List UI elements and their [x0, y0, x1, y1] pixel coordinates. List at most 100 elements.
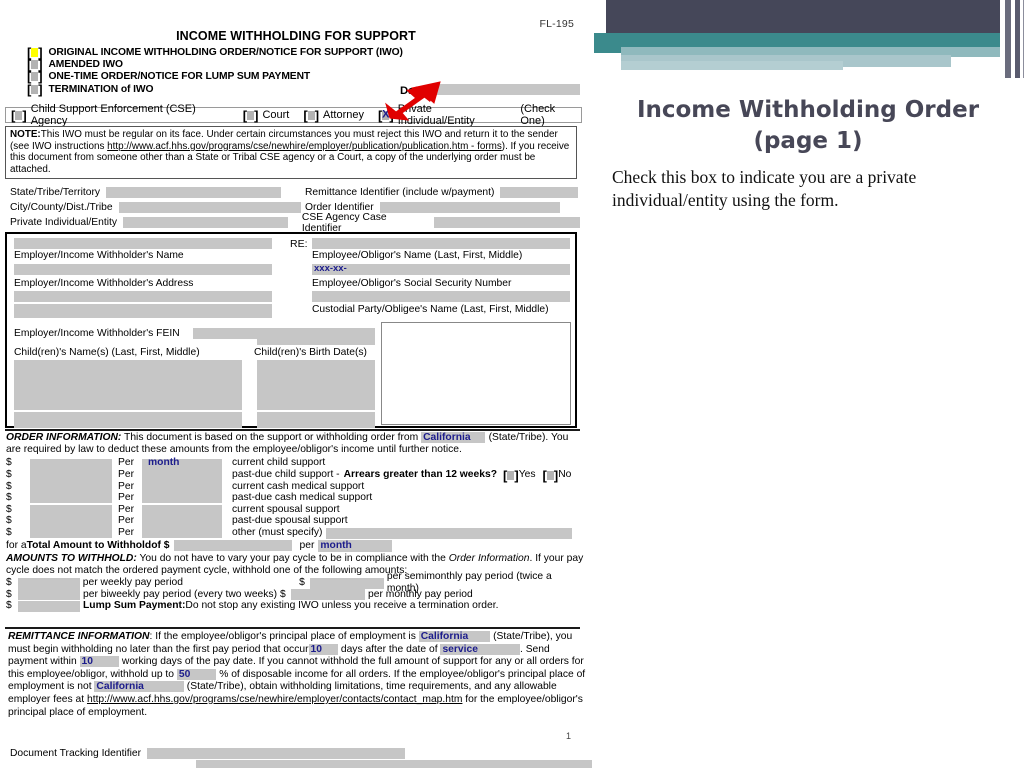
- option-termination[interactable]: [] TERMINATION of IWO: [27, 83, 403, 96]
- remittance-section: REMITTANCE INFORMATION: If the employee/…: [8, 631, 586, 719]
- remittance-identifier-field[interactable]: Remittance Identifier (include w/payment…: [305, 187, 579, 198]
- page-number: 1: [566, 731, 572, 741]
- date-input[interactable]: [432, 84, 581, 95]
- check-one-hint: (Check One): [520, 103, 556, 127]
- custodial-party-input[interactable]: [312, 291, 570, 302]
- weekly-amount-input[interactable]: [17, 577, 80, 589]
- amount-column-fill-2[interactable]: [30, 504, 112, 538]
- total-withhold-row: for a Total Amount to Withhold of $ per …: [6, 539, 586, 552]
- order-row-description: current cash medical support: [232, 480, 365, 492]
- dollar-sign: $: [6, 526, 12, 538]
- sender-court[interactable]: [] Court: [243, 109, 290, 122]
- children-names-input-2[interactable]: [14, 412, 242, 428]
- sender-attorney-label: Attorney: [323, 109, 364, 121]
- weekly-label: per weekly pay period: [82, 576, 183, 588]
- employee-name-input[interactable]: [312, 238, 570, 249]
- order-row-description: current child support: [232, 457, 326, 469]
- document-tracking-field[interactable]: Document Tracking Identifier: [10, 748, 406, 759]
- lump-sum-input[interactable]: [18, 600, 80, 612]
- cse-case-identifier-input[interactable]: [433, 217, 580, 228]
- sender-cse[interactable]: [] Child Support Enforcement (CSE) Agenc…: [11, 103, 229, 127]
- order-information-state[interactable]: California: [423, 432, 471, 443]
- children-names-label: Child(ren)'s Name(s) (Last, First, Middl…: [14, 347, 200, 358]
- form-title: INCOME WITHHOLDING FOR SUPPORT: [176, 29, 416, 43]
- remittance-state-1[interactable]: California: [418, 631, 491, 642]
- employee-ssn-input[interactable]: [312, 264, 570, 275]
- decorative-banner: [594, 0, 1024, 95]
- remittance-heading: REMITTANCE INFORMATION: [8, 631, 150, 642]
- semimonthly-amount-input[interactable]: [310, 577, 384, 589]
- remittance-state-2[interactable]: California: [94, 681, 184, 693]
- option-amended[interactable]: [] AMENDED IWO: [27, 58, 403, 71]
- total-of: of $: [151, 539, 170, 551]
- state-tribe-territory-field[interactable]: State/Tribe/Territory: [10, 187, 305, 198]
- option-original[interactable]: [] ORIGINAL INCOME WITHHOLDING ORDER/NOT…: [27, 46, 403, 59]
- dollar-sign: $: [6, 503, 12, 515]
- city-county-dist-tribe-field[interactable]: City/County/Dist./Tribe: [10, 202, 305, 213]
- slide-root: Income Withholding Order (page 1) Check …: [0, 0, 1024, 768]
- remittance-days-2[interactable]: 10: [79, 656, 120, 668]
- identifier-row: State/Tribe/Territory Remittance Identif…: [10, 185, 580, 200]
- private-individual-entity-input[interactable]: [123, 217, 289, 228]
- state-tribe-territory-input[interactable]: [106, 187, 282, 198]
- option-original-label: ORIGINAL INCOME WITHHOLDING ORDER/NOTICE…: [48, 46, 403, 58]
- employer-name-input[interactable]: [14, 238, 272, 249]
- cse-case-identifier-field[interactable]: CSE Agency Case Identifier: [302, 212, 580, 234]
- re-label: RE:: [290, 238, 308, 250]
- children-names-input[interactable]: [14, 360, 242, 410]
- note-link[interactable]: http://www.acf.hhs.gov/programs/cse/newh…: [107, 141, 502, 152]
- dollar-sign: $: [6, 576, 12, 588]
- biweekly-amount-input[interactable]: [18, 589, 80, 601]
- dollar-sign: $: [6, 469, 12, 480]
- remittance-percent[interactable]: 50: [176, 668, 217, 680]
- identifier-grid: State/Tribe/Territory Remittance Identif…: [10, 185, 580, 234]
- remittance-link[interactable]: http://www.acf.hhs.gov/programs/cse/newh…: [87, 694, 462, 705]
- employer-address-input-1[interactable]: [14, 264, 272, 275]
- checkbox-attorney-icon[interactable]: []: [303, 109, 319, 122]
- children-dob-input-2[interactable]: [257, 412, 375, 428]
- iwo-type-options: [] ORIGINAL INCOME WITHHOLDING ORDER/NOT…: [27, 46, 403, 96]
- city-county-dist-tribe-input[interactable]: [118, 202, 301, 213]
- monthly-amount-input[interactable]: [291, 589, 366, 601]
- arrears-no-label: No: [558, 469, 572, 480]
- checkbox-termination-icon[interactable]: []: [27, 83, 43, 96]
- dollar-sign: $: [6, 480, 12, 492]
- total-per-value[interactable]: month: [320, 540, 351, 551]
- parties-blank-panel[interactable]: [381, 322, 571, 425]
- document-tracking-input[interactable]: [147, 748, 406, 759]
- total-amount-input[interactable]: [173, 540, 292, 552]
- sender-attorney[interactable]: [] Attorney: [303, 109, 364, 122]
- amount-column-fill-1[interactable]: [30, 458, 112, 503]
- per-column-fill-2[interactable]: [142, 504, 222, 538]
- children-dob-input[interactable]: [257, 360, 375, 410]
- checkbox-arrears-no-icon[interactable]: []: [543, 469, 559, 482]
- remittance-days-1[interactable]: 10: [308, 643, 338, 655]
- employer-address-input-3[interactable]: [14, 304, 272, 318]
- arrears-question: Arrears greater than 12 weeks?: [343, 469, 497, 480]
- option-termination-label: TERMINATION of IWO: [48, 83, 154, 95]
- dollar-sign: $: [299, 576, 305, 588]
- other-specify-input[interactable]: [326, 527, 573, 539]
- order-information-intro-1: This document is based on the support or…: [121, 432, 422, 443]
- slide-title-line1: Income Withholding Order: [636, 97, 980, 123]
- checkbox-arrears-yes-icon[interactable]: []: [503, 469, 519, 482]
- employer-address-input-2[interactable]: [14, 291, 272, 302]
- dollar-sign: $: [6, 492, 12, 504]
- option-lump-sum[interactable]: [] ONE-TIME ORDER/NOTICE FOR LUMP SUM PA…: [27, 70, 403, 83]
- note-box: NOTE:This IWO must be regular on its fac…: [5, 126, 577, 179]
- checkbox-cse-icon[interactable]: []: [11, 109, 27, 122]
- order-row-per[interactable]: month: [148, 457, 232, 469]
- remittance-identifier-input[interactable]: [500, 187, 579, 198]
- checkbox-court-icon[interactable]: []: [243, 109, 259, 122]
- lump-sum-label: Lump Sum Payment:: [83, 600, 186, 612]
- dollar-sign: $: [6, 457, 12, 469]
- divider-remittance: [5, 627, 580, 629]
- remittance-service[interactable]: service: [440, 643, 520, 655]
- total-prefix: for a: [6, 539, 27, 551]
- withhold-row: $ per weekly pay period $ per semimonthl…: [6, 571, 586, 594]
- private-individual-entity-field[interactable]: Private Individual/Entity: [10, 217, 302, 228]
- amounts-intro-1: You do not have to vary your pay cycle t…: [136, 552, 449, 564]
- employer-name-label: Employer/Income Withholder's Name: [14, 250, 184, 261]
- children-dob-header-fill[interactable]: [257, 334, 375, 345]
- slide-caption: Check this box to indicate you are a pri…: [612, 167, 917, 210]
